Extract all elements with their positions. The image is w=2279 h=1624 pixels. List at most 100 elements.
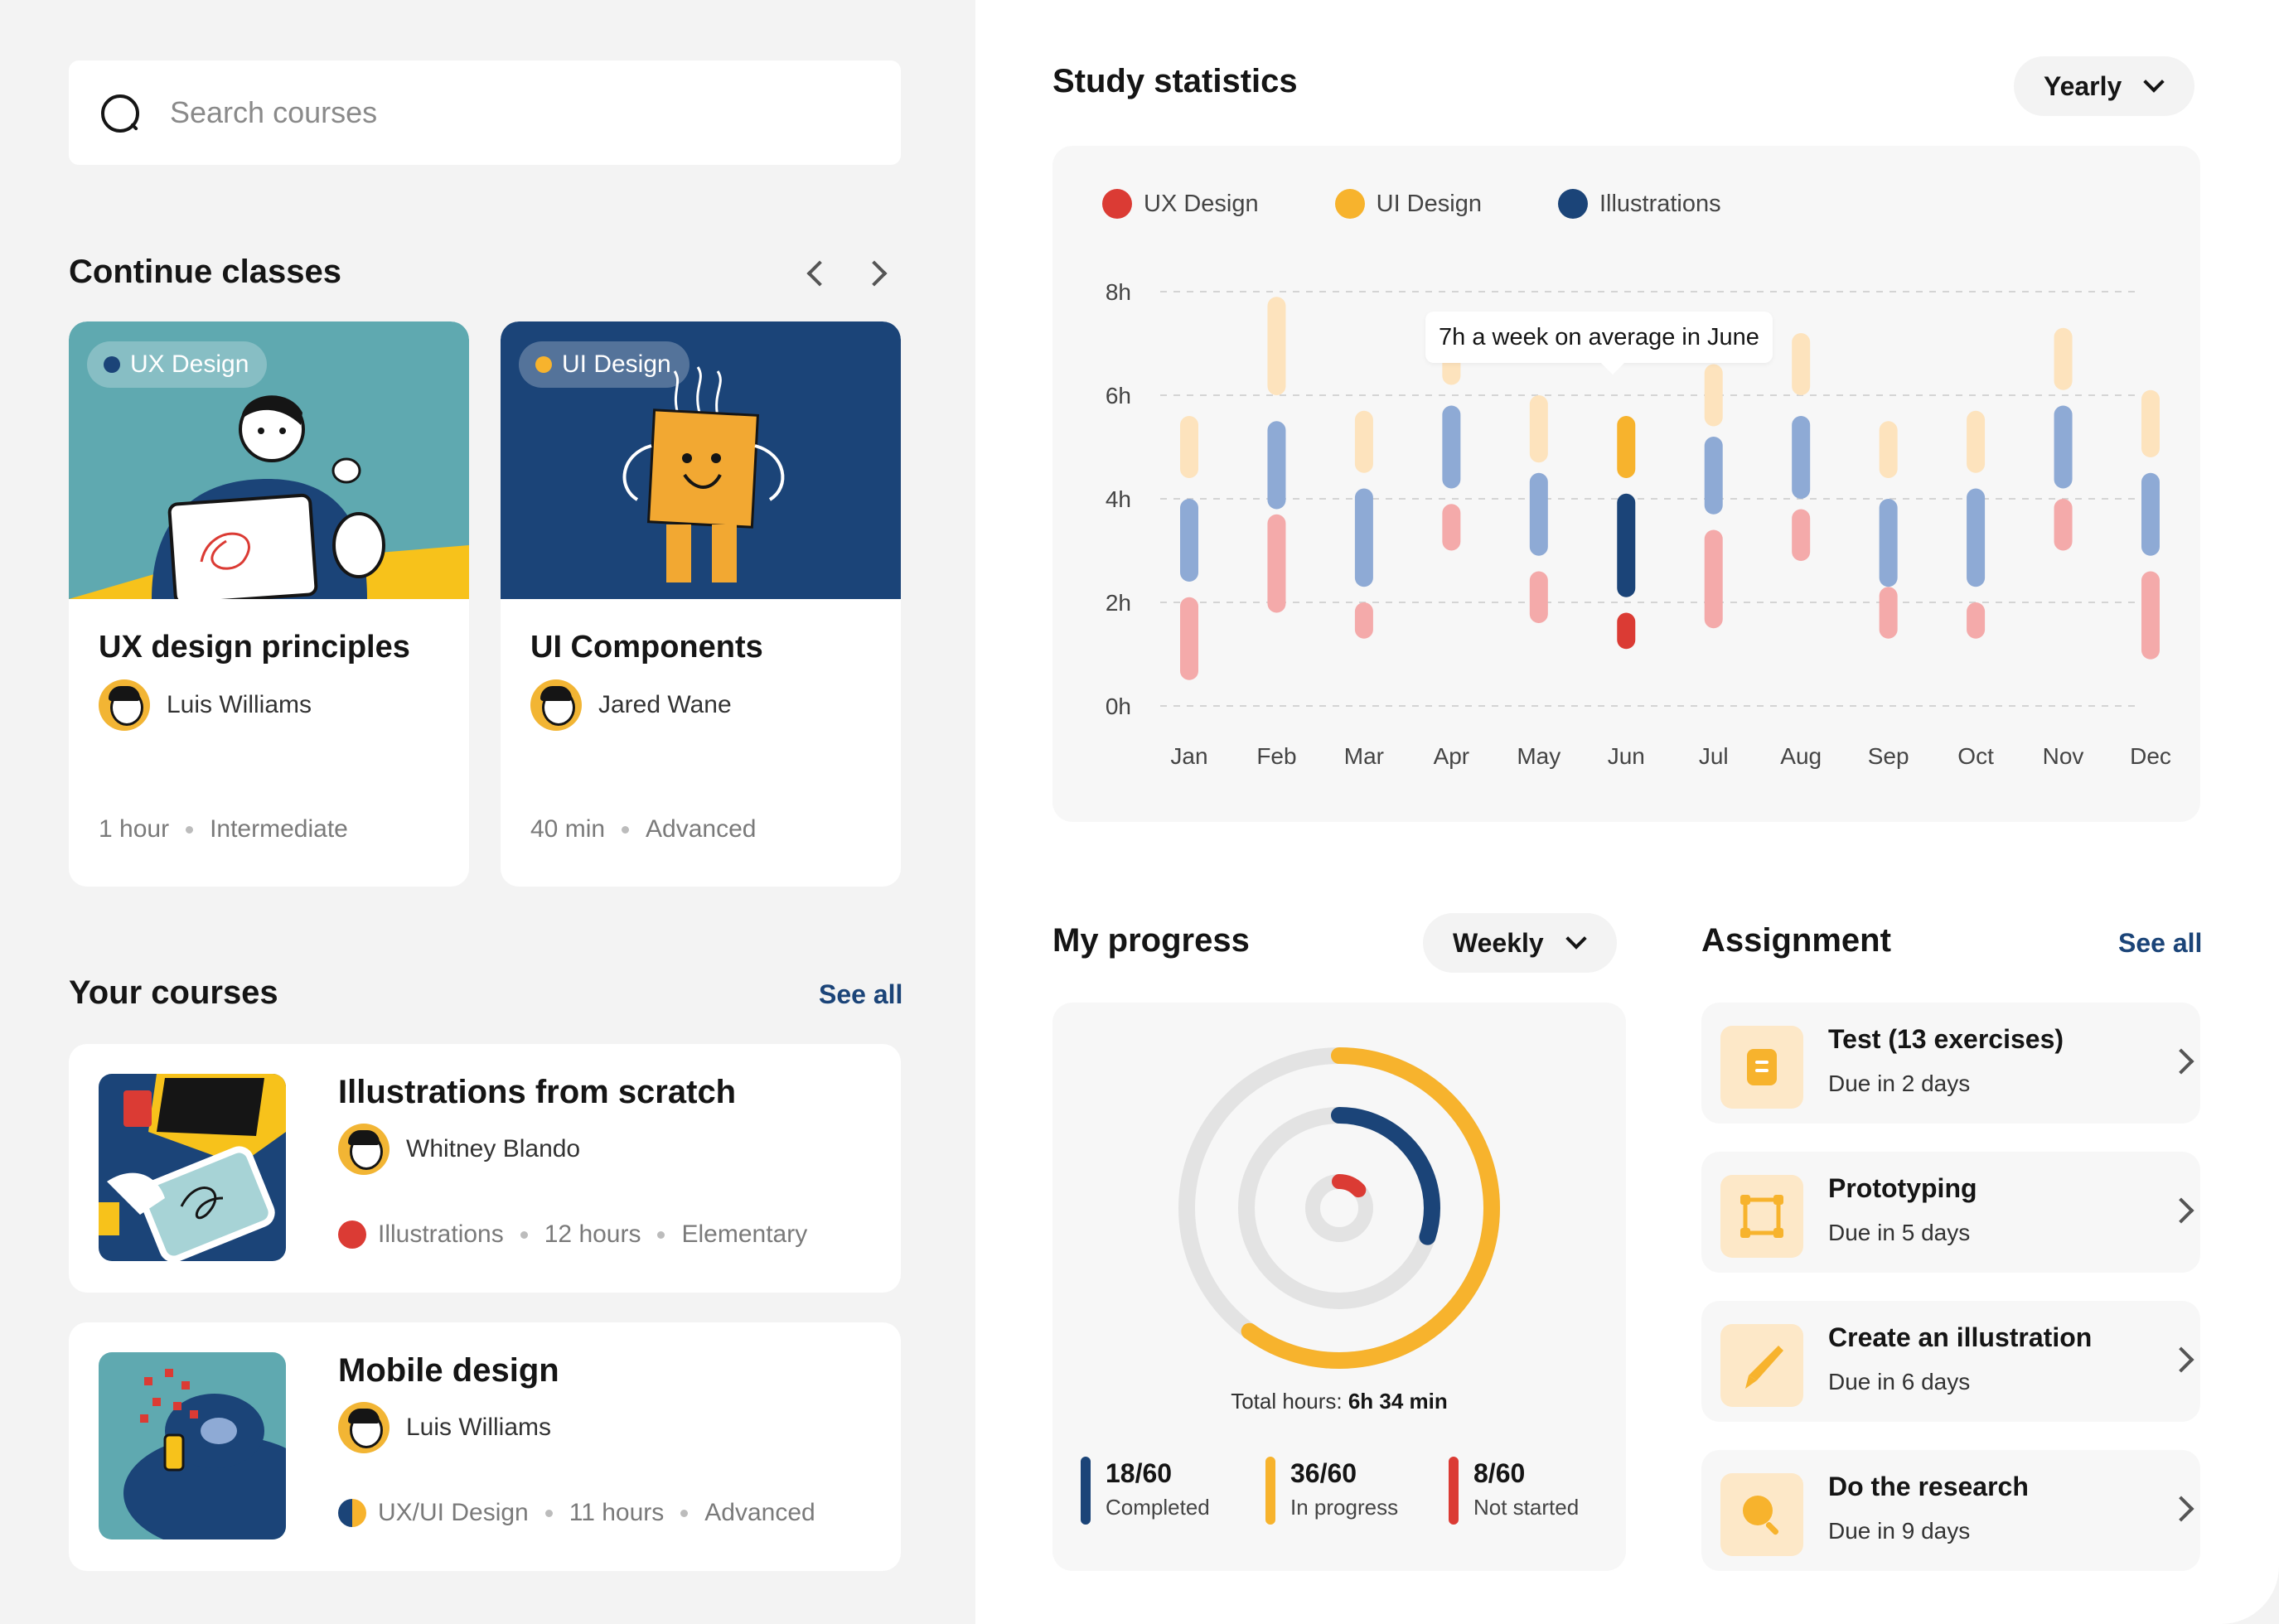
class-title: UX design principles: [99, 630, 410, 665]
course-duration: 11 hours: [569, 1499, 665, 1526]
bar-illustrations-aug: [1792, 416, 1811, 499]
bar-ui-design-mar: [1354, 410, 1373, 473]
search-input[interactable]: [170, 95, 833, 130]
stat-label: Completed: [1106, 1495, 1210, 1520]
study-statistics-title: Study statistics: [1052, 63, 1298, 99]
bar-illustrations-nov: [2054, 405, 2073, 489]
course-title: Mobile design: [338, 1352, 559, 1389]
assignment-due: Due in 5 days: [1828, 1220, 1971, 1245]
stat-value: 8/60: [1473, 1458, 1526, 1488]
bar-illustrations-mar: [1354, 488, 1373, 587]
assignment-item-illustration[interactable]: Create an illustration Due in 6 days: [1701, 1301, 2200, 1422]
total-hours-value: 6h 34 min: [1348, 1389, 1448, 1414]
category-dot: [338, 1220, 366, 1249]
next-arrow-button[interactable]: [861, 257, 895, 290]
progress-rings: [1178, 1047, 1500, 1369]
x-tick-label: Jul: [1699, 743, 1729, 769]
stat-bar: [1081, 1457, 1091, 1525]
course-meta: Illustrations 12 hours Elementary: [338, 1220, 807, 1249]
my-progress-title: My progress: [1052, 922, 1250, 959]
category-tag-label: UI Design: [562, 350, 671, 378]
prev-arrow-button[interactable]: [799, 257, 833, 290]
stat-not-started: 8/60 Not started: [1449, 1457, 1579, 1525]
course-title: Illustrations from scratch: [338, 1074, 737, 1110]
author-name: Luis Williams: [406, 1414, 552, 1441]
bar-ux-design-jan: [1180, 597, 1198, 680]
x-tick-label: Jan: [1170, 743, 1207, 769]
bar-ux-design-jun: [1617, 612, 1636, 650]
course-thumbnail: [99, 1352, 286, 1539]
separator-dot: [657, 1230, 665, 1239]
progress-period-dropdown[interactable]: Weekly: [1423, 913, 1617, 973]
assignment-title-text: Create an illustration: [1828, 1322, 2093, 1352]
bar-ui-design-dec: [2141, 389, 2160, 457]
avatar: [530, 679, 582, 731]
assignment-see-all-link[interactable]: See all: [2118, 928, 2202, 959]
assignment-title-text: Test (13 exercises): [1828, 1024, 2064, 1054]
total-hours-label: Total hours:: [1231, 1389, 1343, 1414]
category-tag-label: UX Design: [130, 350, 249, 378]
class-author: Jared Wane: [530, 679, 732, 731]
stat-bar: [1265, 1457, 1275, 1525]
bar-illustrations-sep: [1879, 499, 1898, 587]
assignment-item-research[interactable]: Do the research Due in 9 days: [1701, 1450, 2200, 1571]
class-illustration-ui: UI Design: [501, 321, 901, 599]
document-icon: [1720, 1026, 1803, 1109]
study-statistics-chart: UX Design UI Design Illustrations 0h 2h 4h…: [1052, 146, 2200, 822]
chart-tooltip: 7h a week on average in June: [1425, 312, 1773, 363]
class-author: Luis Williams: [99, 679, 312, 731]
x-tick-label: Feb: [1256, 743, 1296, 769]
course-meta: UX/UI Design 11 hours Advanced: [338, 1499, 815, 1527]
left-panel: Continue classes UX Design UX: [0, 0, 975, 1624]
class-illustration-ux: UX Design: [69, 321, 469, 599]
brush-icon: [1720, 1324, 1803, 1407]
assignment-title: Assignment: [1701, 922, 1891, 959]
chevron-right-icon: [2168, 1496, 2194, 1522]
courses-see-all-link[interactable]: See all: [819, 979, 902, 1010]
chevron-left-icon: [806, 260, 833, 287]
course-level: Advanced: [704, 1499, 815, 1526]
author-name: Jared Wane: [598, 691, 732, 718]
separator-dot: [544, 1509, 553, 1517]
stats-period-dropdown[interactable]: Yearly: [2014, 56, 2195, 116]
bar-ui-design-may: [1529, 395, 1548, 463]
class-level: Advanced: [646, 815, 757, 843]
assignment-due: Due in 6 days: [1828, 1369, 1971, 1394]
bar-ux-design-nov: [2054, 499, 2073, 551]
assignment-title-text: Prototyping: [1828, 1173, 1977, 1203]
chevron-right-icon: [2168, 1346, 2194, 1373]
stat-completed: 18/60 Completed: [1081, 1457, 1210, 1525]
search-bar[interactable]: [69, 60, 901, 165]
class-card-ux-design-principles[interactable]: UX Design UX design principles Luis Will…: [69, 321, 469, 887]
total-hours: Total hours: 6h 34 min: [1052, 1389, 1626, 1414]
bar-illustrations-may: [1529, 472, 1548, 556]
bar-ui-design-jun: [1617, 416, 1636, 478]
bar-illustrations-jan: [1180, 499, 1198, 582]
separator-dot: [622, 825, 630, 834]
x-tick-label: Oct: [1957, 743, 1994, 769]
course-item-mobile-design[interactable]: Mobile design Luis Williams UX/UI Design…: [69, 1322, 901, 1571]
category-dot: [535, 356, 552, 373]
course-thumbnail: [99, 1074, 286, 1261]
bar-ui-design-feb: [1267, 297, 1286, 395]
assignment-due: Due in 2 days: [1828, 1071, 1971, 1096]
course-item-illustrations[interactable]: Illustrations from scratch Whitney Bland…: [69, 1044, 901, 1293]
separator-dot: [186, 825, 194, 834]
chevron-down-icon: [2143, 71, 2165, 93]
class-card-ui-components[interactable]: UI Design UI Components Jared Wane 40 mi…: [501, 321, 901, 887]
bar-illustrations-oct: [1967, 488, 1986, 587]
class-meta: 40 min Advanced: [530, 815, 756, 843]
bar-ui-design-sep: [1879, 421, 1898, 478]
bar-illustrations-jul: [1704, 437, 1723, 515]
assignment-due: Due in 9 days: [1828, 1518, 1971, 1544]
x-tick-label: Jun: [1608, 743, 1645, 769]
chevron-right-icon: [2168, 1197, 2194, 1224]
assignment-item-prototyping[interactable]: Prototyping Due in 5 days: [1701, 1152, 2200, 1273]
stat-value: 36/60: [1290, 1458, 1357, 1488]
stat-value: 18/60: [1106, 1458, 1173, 1488]
separator-dot: [520, 1230, 528, 1239]
class-title: UI Components: [530, 630, 763, 665]
assignment-item-test[interactable]: Test (13 exercises) Due in 2 days: [1701, 1003, 2200, 1124]
x-tick-label: Aug: [1780, 743, 1822, 769]
search-icon: [99, 92, 140, 133]
